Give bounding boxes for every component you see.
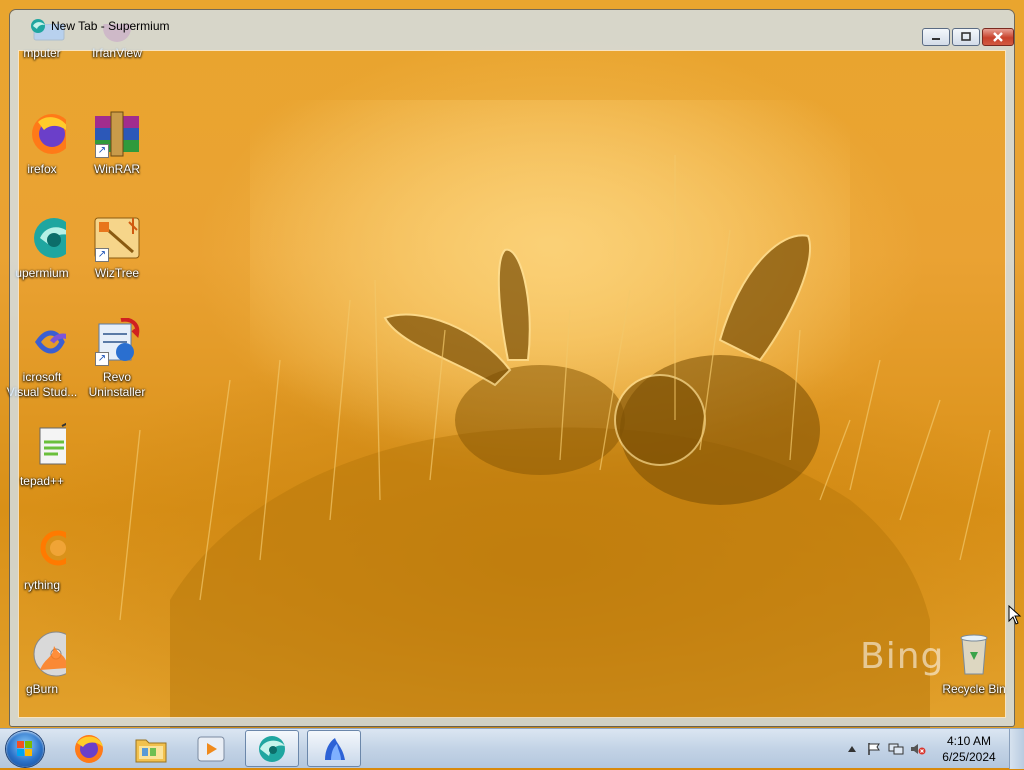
windows-logo-icon: [17, 741, 32, 756]
taskbar: 4:10 AM 6/25/2024: [0, 728, 1024, 769]
minimize-icon: [932, 38, 940, 40]
flag-icon: [868, 743, 880, 755]
start-button[interactable]: [6, 731, 44, 767]
clock-time: 4:10 AM: [946, 734, 992, 748]
taskbar-button-supermium[interactable]: [245, 730, 299, 767]
firefox-icon: [75, 734, 103, 763]
window-title: New Tab - Supermium: [51, 19, 170, 33]
close-button[interactable]: [982, 28, 1014, 46]
taskbar-button-firefox[interactable]: [62, 730, 116, 767]
blue-app-icon: [325, 737, 345, 760]
close-icon: [993, 32, 1003, 42]
show-hidden-icons-button[interactable]: [844, 741, 860, 757]
action-center-flag-button[interactable]: [866, 741, 882, 757]
window-caption-buttons: [922, 28, 1014, 46]
minimize-button[interactable]: [922, 28, 950, 46]
taskbar-button-media-player[interactable]: [184, 730, 238, 767]
mouse-cursor-icon: [1008, 605, 1022, 625]
clock-date: 6/25/2024: [942, 750, 996, 764]
browser-window-frame[interactable]: [10, 10, 1014, 726]
maximize-button[interactable]: [952, 28, 980, 46]
supermium-icon: [30, 18, 46, 34]
window-title-bar[interactable]: New Tab - Supermium: [30, 16, 170, 36]
media-player-icon: [197, 736, 225, 761]
system-tray: 4:10 AM 6/25/2024: [841, 729, 1024, 769]
maximize-icon: [961, 32, 971, 41]
supermium-icon: [259, 735, 285, 762]
volume-muted-icon: [911, 744, 926, 755]
folder-icon: [135, 739, 167, 762]
network-button[interactable]: [888, 741, 904, 757]
network-icon: [888, 743, 904, 755]
taskbar-button-file-explorer[interactable]: [124, 730, 178, 767]
chevron-up-icon: [848, 746, 856, 752]
taskbar-button-app[interactable]: [307, 730, 361, 767]
taskbar-clock[interactable]: 4:10 AM 6/25/2024: [933, 733, 1005, 765]
show-desktop-button[interactable]: [1009, 729, 1024, 769]
volume-button[interactable]: [910, 741, 926, 757]
